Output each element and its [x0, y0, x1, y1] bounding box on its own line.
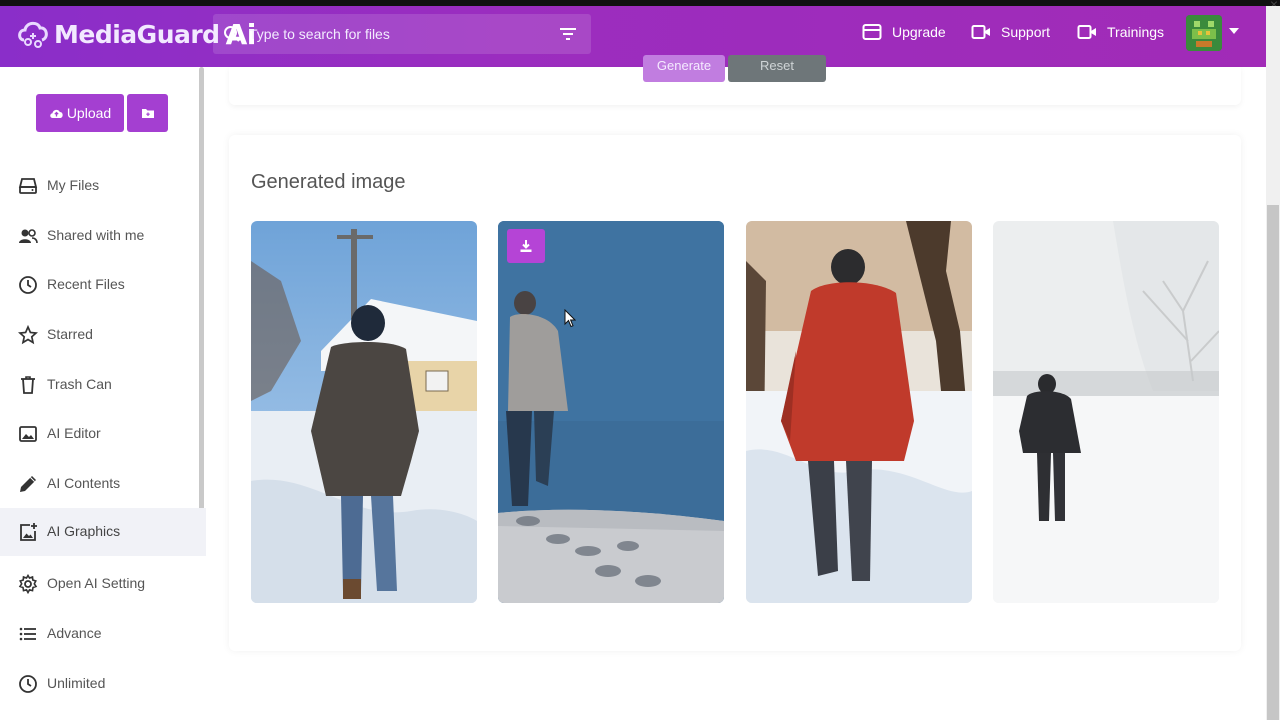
users-icon — [19, 229, 38, 244]
mouse-cursor-icon — [564, 309, 576, 328]
sidebar-item-recent[interactable]: Recent Files — [0, 261, 206, 309]
gear-icon — [18, 574, 38, 594]
nav-support-label: Support — [1001, 24, 1051, 40]
download-button[interactable] — [507, 229, 545, 263]
cloud-upload-icon — [50, 109, 63, 118]
download-icon — [520, 240, 532, 252]
chevron-down-icon[interactable] — [1229, 28, 1239, 34]
search-bar — [213, 14, 591, 54]
sidebar-item-ai-contents[interactable]: AI Contents — [0, 460, 206, 508]
nav-trainings[interactable]: Trainings — [1077, 20, 1164, 44]
sidebar-item-label: Shared with me — [47, 227, 145, 243]
avatar-image — [1186, 15, 1222, 51]
nav-upgrade[interactable]: Upgrade — [862, 20, 946, 44]
generate-button-label: Generate — [656, 58, 712, 73]
upload-button[interactable]: Upload — [36, 94, 124, 132]
sidebar-item-trash[interactable]: Trash Can — [0, 361, 206, 409]
sidebar-item-ai-graphics[interactable]: AI Graphics — [0, 508, 206, 556]
pencil-icon — [20, 476, 36, 492]
sidebar-item-label: Starred — [47, 326, 93, 342]
sidebar-item-label: AI Graphics — [47, 523, 121, 539]
page-scrollbar-thumb[interactable] — [1267, 205, 1279, 720]
sidebar-item-my-files[interactable]: My Files — [0, 162, 206, 210]
sidebar-item-shared[interactable]: Shared with me — [0, 212, 206, 260]
sidebar-item-starred[interactable]: Starred — [0, 311, 206, 359]
star-icon — [18, 325, 38, 345]
sidebar-item-open-ai-setting[interactable]: Open AI Setting — [0, 560, 206, 608]
filter-icon[interactable] — [559, 27, 577, 41]
list-icon — [19, 627, 36, 641]
drive-icon — [18, 178, 38, 194]
sidebar-item-label: AI Editor — [47, 425, 101, 441]
video-camera-icon — [971, 25, 990, 39]
search-icon[interactable] — [223, 25, 241, 43]
reset-button[interactable]: Reset — [728, 55, 826, 82]
sidebar-item-label: My Files — [47, 177, 100, 193]
sidebar-item-advance[interactable]: Advance — [0, 610, 206, 658]
clock-icon — [19, 276, 37, 294]
trash-icon — [21, 376, 35, 394]
sidebar-item-label: Recent Files — [47, 276, 125, 292]
photo-man-brown-coat — [251, 221, 477, 603]
brand-name: MediaGuard — [54, 19, 220, 49]
sidebar-item-label: AI Contents — [47, 475, 121, 491]
image-icon — [19, 426, 37, 442]
new-folder-button[interactable] — [127, 94, 168, 132]
photo-man-black-snowy-field — [993, 221, 1219, 603]
image-plus-icon — [20, 523, 37, 541]
nav-trainings-label: Trainings — [1107, 24, 1165, 40]
upload-button-label: Upload — [66, 105, 112, 121]
top-header: MediaGuard Ai Upgrade Support — [0, 6, 1266, 67]
sidebar-item-unlimited[interactable]: Unlimited — [0, 660, 206, 708]
search-input[interactable] — [249, 14, 549, 54]
sidebar-item-label: Trash Can — [47, 376, 112, 392]
logo-icon — [18, 21, 48, 48]
generated-image-3[interactable] — [746, 221, 972, 603]
clock-icon — [19, 675, 37, 693]
reset-button-label: Reset — [760, 58, 794, 73]
user-avatar[interactable] — [1186, 15, 1222, 51]
sidebar-item-label: Advance — [47, 625, 102, 641]
sidebar-item-label: Unlimited — [47, 675, 106, 691]
card-icon — [862, 24, 882, 40]
folder-icon — [141, 109, 154, 118]
nav-support[interactable]: Support — [971, 20, 1050, 44]
generated-image-2[interactable] — [498, 221, 724, 603]
nav-upgrade-label: Upgrade — [892, 24, 946, 40]
video-camera-icon — [1077, 25, 1096, 39]
generated-image-1[interactable] — [251, 221, 477, 603]
generated-image-title: Generated image — [251, 171, 406, 193]
photo-blurred-man-blue-background — [498, 221, 724, 603]
sidebar-item-label: Open AI Setting — [47, 575, 146, 591]
generated-image-4[interactable] — [993, 221, 1219, 603]
photo-man-red-coat — [746, 221, 972, 603]
generate-button[interactable]: Generate — [643, 55, 725, 82]
sidebar-item-ai-editor[interactable]: AI Editor — [0, 410, 206, 458]
